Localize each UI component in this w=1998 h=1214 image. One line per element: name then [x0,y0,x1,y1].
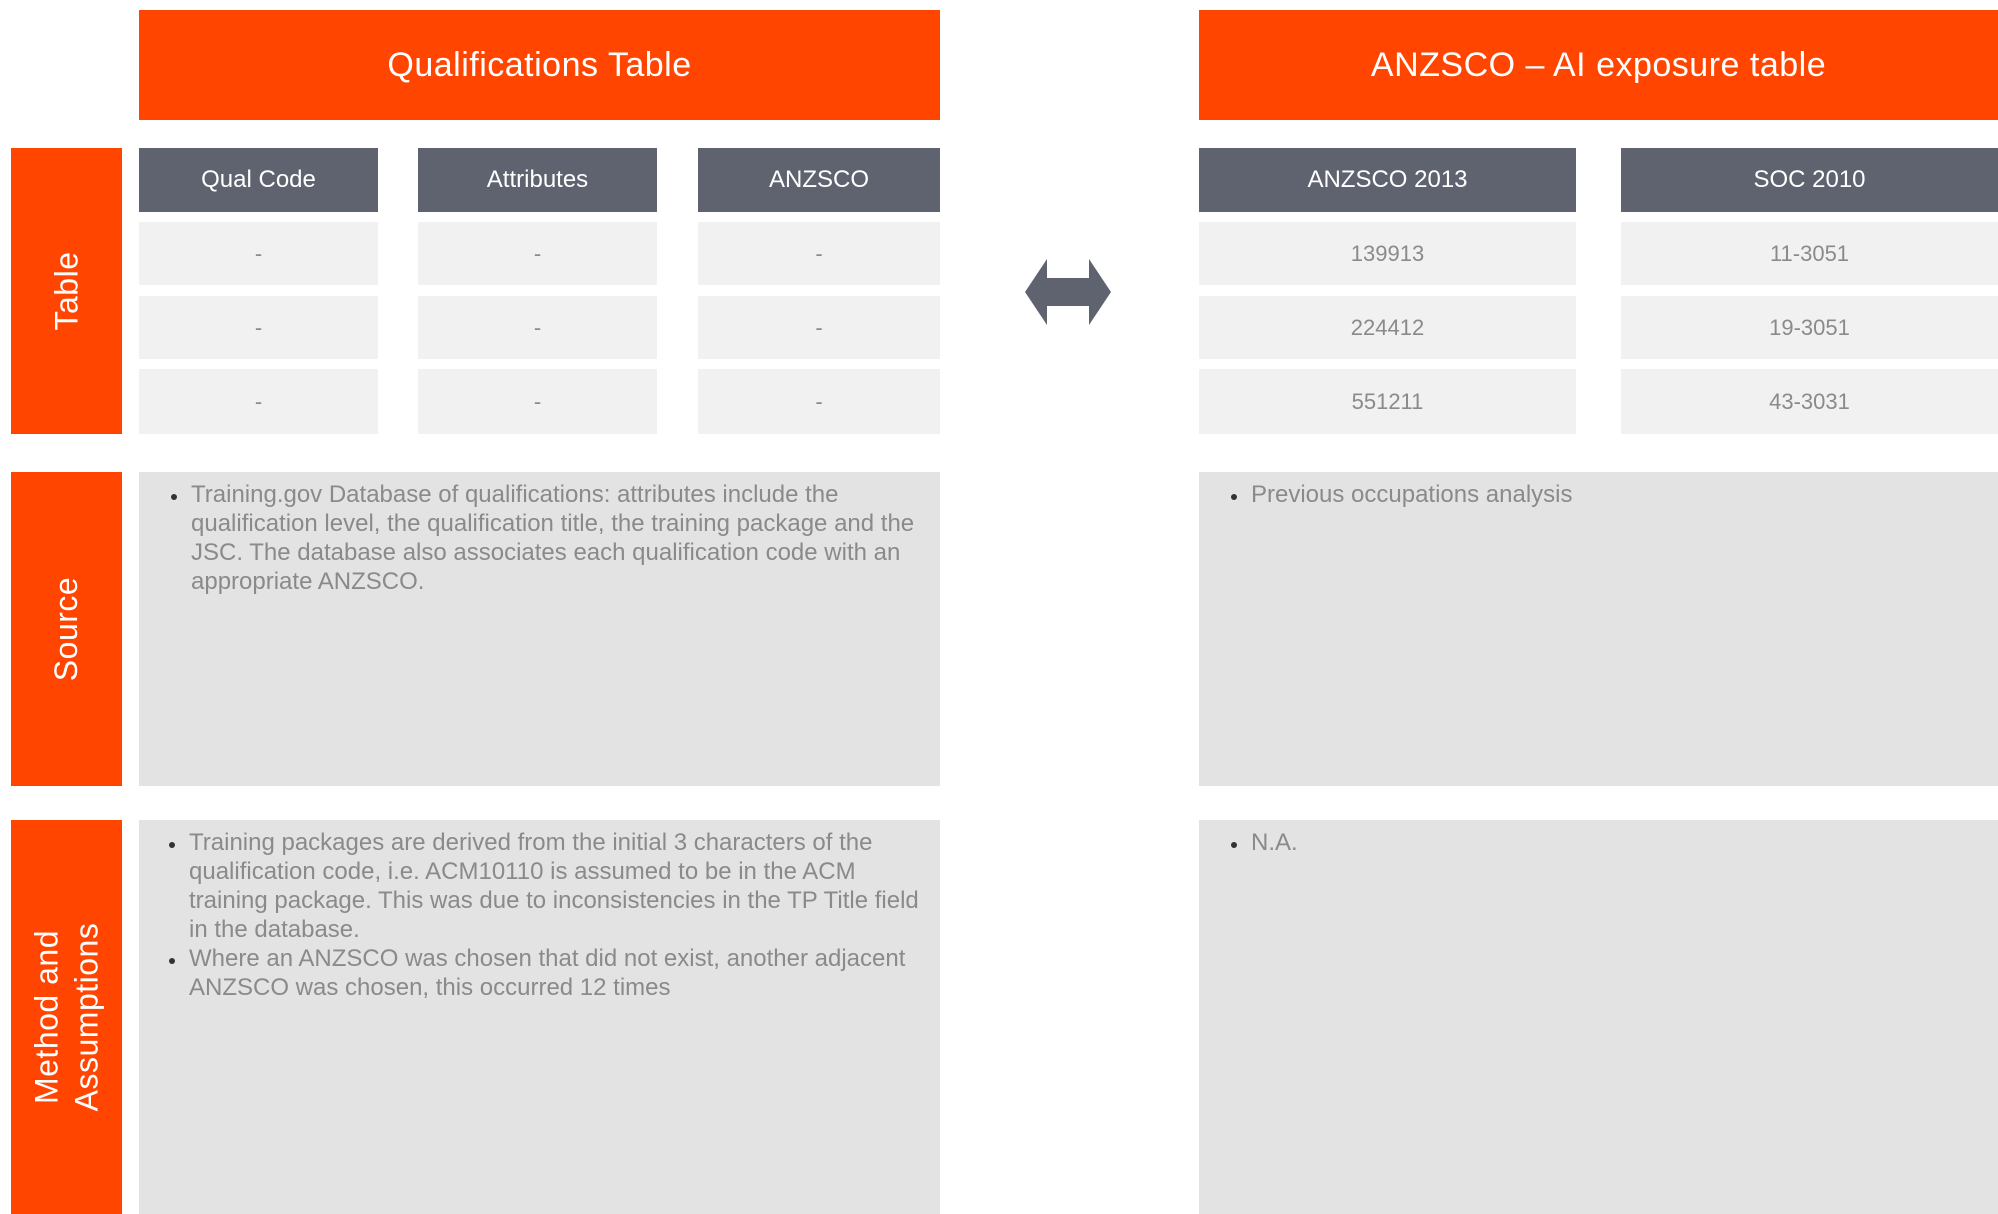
qualifications-table-title: Qualifications Table [139,10,940,120]
cell-value: - [815,314,823,340]
cell-value: 11-3051 [1769,240,1850,266]
cell-value: - [254,240,263,266]
column-header-attributes: Attributes [418,148,657,212]
cell-value: - [254,314,263,340]
anzsco-ai-exposure-title: ANZSCO – AI exposure table [1199,10,1998,120]
column-header-label: Qual Code [201,166,316,193]
cell-value: 551211 [1351,388,1424,414]
right-method-list: N.A. [1199,828,1980,857]
anzsco-ai-exposure-title-text: ANZSCO – AI exposure table [1370,45,1827,84]
left-method-list: Training packages are derived from the i… [139,828,924,1002]
right-source-box: Previous occupations analysis [1199,472,1998,786]
list-item: N.A. [1249,828,1980,857]
row-label-table-text: Table [48,251,85,331]
column-header-label: SOC 2010 [1753,166,1866,193]
left-source-box: Training.gov Database of qualifications:… [139,472,940,786]
cell-value: 43-3031 [1769,388,1850,414]
column-header-soc-2010: SOC 2010 [1621,148,1998,212]
column-header-anzsco: ANZSCO [698,148,940,212]
row-label-method-line1: Method and [28,930,65,1105]
table-cell: - [698,369,940,434]
row-label-method-line2: Assumptions [68,922,105,1112]
list-item: Training.gov Database of qualifications:… [189,480,922,596]
row-label-method: Method and Assumptions [11,820,122,1214]
table-cell: 224412 [1199,296,1576,359]
double-arrow-shape [1025,259,1111,325]
table-cell: 551211 [1199,369,1576,434]
cell-value: - [533,314,542,340]
row-label-method-text: Method and Assumptions [27,923,107,1112]
table-cell: - [418,296,657,359]
cell-value: 19-3051 [1769,314,1850,340]
cell-value: 224412 [1350,314,1425,340]
list-item: Previous occupations analysis [1249,480,1980,509]
column-header-label: ANZSCO [768,166,869,193]
cell-value: - [533,388,542,414]
row-label-table: Table [11,148,122,434]
list-item: Where an ANZSCO was chosen that did not … [187,944,924,1002]
column-header-label: Attributes [486,166,589,193]
left-method-box: Training packages are derived from the i… [139,820,940,1214]
right-source-list: Previous occupations analysis [1199,480,1980,509]
double-arrow-icon [1022,256,1114,328]
left-source-list: Training.gov Database of qualifications:… [139,480,922,596]
column-header-qual-code: Qual Code [139,148,378,212]
column-header-label: ANZSCO 2013 [1307,166,1468,193]
double-arrow-svg [1025,259,1111,325]
right-method-box: N.A. [1199,820,1998,1214]
cell-value: 139913 [1350,240,1425,266]
table-cell: - [418,369,657,434]
table-cell: - [139,222,378,285]
qualifications-table-title-text: Qualifications Table [387,45,692,84]
table-cell: - [139,369,378,434]
cell-value: - [533,240,542,266]
list-item: Training packages are derived from the i… [187,828,924,944]
table-cell: - [418,222,657,285]
table-cell: 19-3051 [1621,296,1998,359]
table-cell: 43-3031 [1621,369,1998,434]
table-cell: - [698,222,940,285]
table-cell: - [698,296,940,359]
cell-value: - [815,388,823,414]
table-cell: 11-3051 [1621,222,1998,285]
table-cell: 139913 [1199,222,1576,285]
row-label-source-text: Source [48,576,85,682]
cell-value: - [815,240,823,266]
table-cell: - [139,296,378,359]
row-label-source: Source [11,472,122,786]
cell-value: - [254,388,263,414]
column-header-anzsco-2013: ANZSCO 2013 [1199,148,1576,212]
